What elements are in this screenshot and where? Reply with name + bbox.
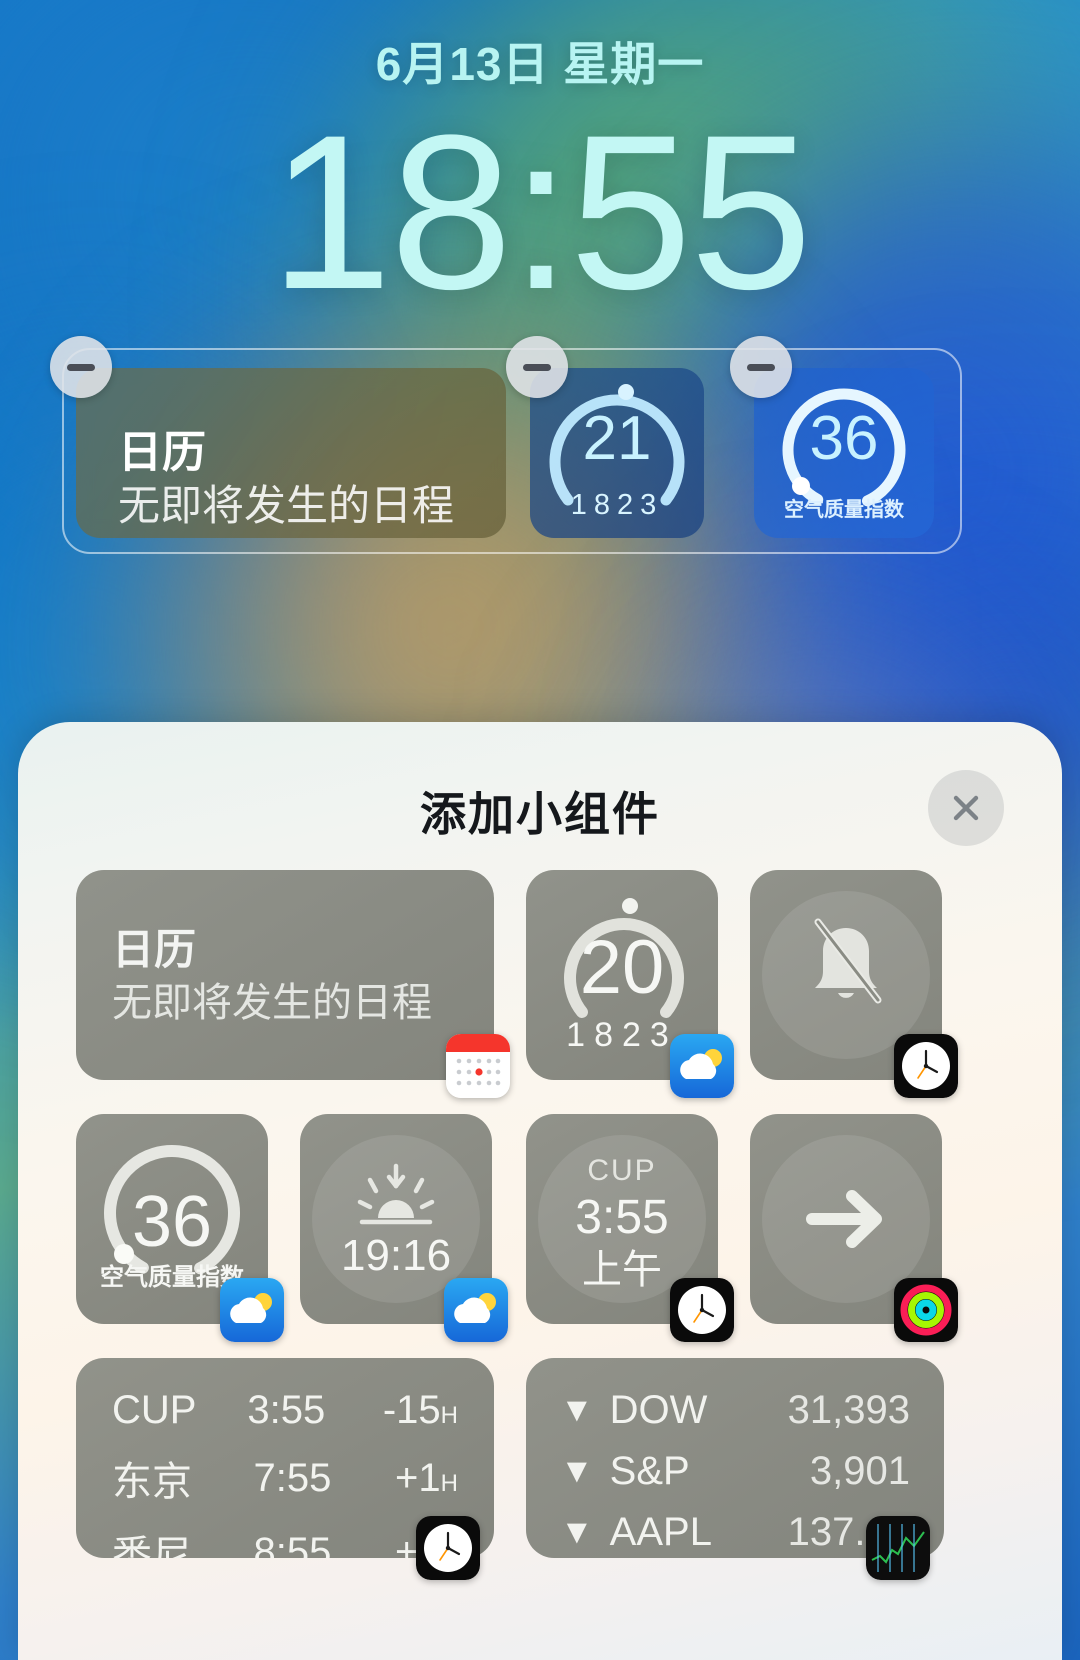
world-clock-row: 东京 7:55 +1H bbox=[112, 1449, 458, 1507]
calendar-app-icon bbox=[446, 1034, 510, 1098]
close-icon bbox=[953, 795, 979, 821]
world-clock-time: 7:55 bbox=[253, 1455, 332, 1500]
trend-down-icon: ▼ bbox=[560, 1452, 594, 1490]
clock-app-icon bbox=[670, 1278, 734, 1342]
trend-down-icon: ▼ bbox=[560, 1391, 594, 1429]
picker-widget-silent-mode[interactable] bbox=[750, 870, 958, 1098]
world-clock-city: CUP bbox=[112, 1388, 197, 1432]
clock-app-icon bbox=[894, 1034, 958, 1098]
remove-air-quality-widget-button[interactable] bbox=[730, 336, 792, 398]
picker-air-quality-value: 36 bbox=[131, 1182, 213, 1262]
stock-symbol-group: ▼ DOW bbox=[560, 1388, 788, 1433]
sheet-title: 添加小组件 bbox=[420, 788, 660, 840]
world-clock-row: CUP 3:55 -15H bbox=[112, 1388, 458, 1433]
minus-icon bbox=[747, 363, 775, 371]
stock-symbol: DOW bbox=[609, 1388, 708, 1432]
picker-widget-air-quality[interactable]: 36 空气质量指数 bbox=[76, 1114, 284, 1342]
stock-symbol-group: ▼ AAPL bbox=[560, 1510, 788, 1555]
remove-temperature-widget-button[interactable] bbox=[506, 336, 568, 398]
minus-icon bbox=[523, 363, 551, 371]
stock-value: 31,393 bbox=[787, 1388, 910, 1432]
picker-widget-calendar[interactable]: 日历 无即将发生的日程 bbox=[76, 870, 510, 1098]
stocks-row: ▼ S&P 3,901 bbox=[560, 1449, 910, 1494]
stocks-row: ▼ DOW 31,393 bbox=[560, 1388, 910, 1433]
remove-calendar-widget-button[interactable] bbox=[50, 336, 112, 398]
world-clock-offset: -15H bbox=[382, 1388, 458, 1432]
world-clock-time: 3:55 bbox=[247, 1388, 326, 1432]
picker-sunset-time: 19:16 bbox=[340, 1231, 452, 1280]
lock-screen-clock: 18:55 bbox=[269, 89, 813, 335]
picker-widget-temperature[interactable]: 20 1823 bbox=[526, 870, 734, 1098]
stock-symbol: AAPL bbox=[609, 1510, 712, 1554]
world-clock-row: 悉尼 8:55 +2H bbox=[112, 1523, 458, 1559]
widget-picker-row-1: 日历 无即将发生的日程 20 1823 bbox=[76, 870, 1006, 1098]
weather-app-icon bbox=[220, 1278, 284, 1342]
minus-icon bbox=[67, 363, 95, 371]
world-clock-city: 东京 bbox=[112, 1460, 192, 1504]
add-widgets-sheet: 添加小组件 日历 无即将发生的日程 20 1823 36 空气质量指数 19:1… bbox=[18, 722, 1062, 1660]
picker-widget-world-clock-single[interactable]: CUP 3:55 上午 bbox=[526, 1114, 734, 1342]
close-sheet-button[interactable] bbox=[928, 770, 1004, 846]
fitness-app-icon bbox=[894, 1278, 958, 1342]
picker-world-clock-time: 3:55 bbox=[575, 1191, 669, 1244]
stock-value: 3,901 bbox=[809, 1449, 910, 1493]
picker-calendar-subtitle: 无即将发生的日程 bbox=[112, 981, 432, 1025]
stocks-app-icon bbox=[866, 1516, 930, 1580]
widget-picker-row-3: CUP 3:55 -15H 东京 7:55 +1H 悉尼 8:55 +2H bbox=[76, 1358, 1006, 1580]
stock-symbol: S&P bbox=[609, 1449, 690, 1493]
weather-app-icon bbox=[444, 1278, 508, 1342]
picker-widget-stocks[interactable]: ▼ DOW 31,393 ▼ S&P 3,901 ▼ AAPL 137.13 bbox=[526, 1358, 944, 1580]
picker-temperature-value: 20 bbox=[579, 925, 665, 1010]
lock-screen-date: 6月13日 星期一 bbox=[375, 38, 705, 90]
picker-world-clock-city: CUP bbox=[587, 1154, 657, 1187]
stock-symbol-group: ▼ S&P bbox=[560, 1449, 810, 1494]
picker-widget-calendar-surface: 日历 无即将发生的日程 bbox=[76, 870, 494, 1080]
picker-widget-world-clock[interactable]: CUP 3:55 -15H 东京 7:55 +1H 悉尼 8:55 +2H bbox=[76, 1358, 494, 1580]
trend-down-icon: ▼ bbox=[560, 1513, 594, 1551]
picker-widget-fitness[interactable] bbox=[750, 1114, 958, 1342]
world-clock-time: 8:55 bbox=[253, 1529, 332, 1559]
stocks-row: ▼ AAPL 137.13 bbox=[560, 1510, 910, 1555]
widget-picker-grid: 日历 无即将发生的日程 20 1823 36 空气质量指数 19:16 CUP … bbox=[76, 870, 1006, 1602]
world-clock-city: 悉尼 bbox=[112, 1534, 192, 1558]
picker-widget-sunset[interactable]: 19:16 bbox=[300, 1114, 508, 1342]
world-clock-offset: +1H bbox=[395, 1455, 458, 1500]
weather-app-icon bbox=[670, 1034, 734, 1098]
clock-app-icon bbox=[416, 1516, 480, 1580]
picker-calendar-title: 日历 bbox=[112, 926, 197, 973]
widget-picker-row-2: 36 空气质量指数 19:16 CUP 3:55 上午 bbox=[76, 1114, 1006, 1342]
